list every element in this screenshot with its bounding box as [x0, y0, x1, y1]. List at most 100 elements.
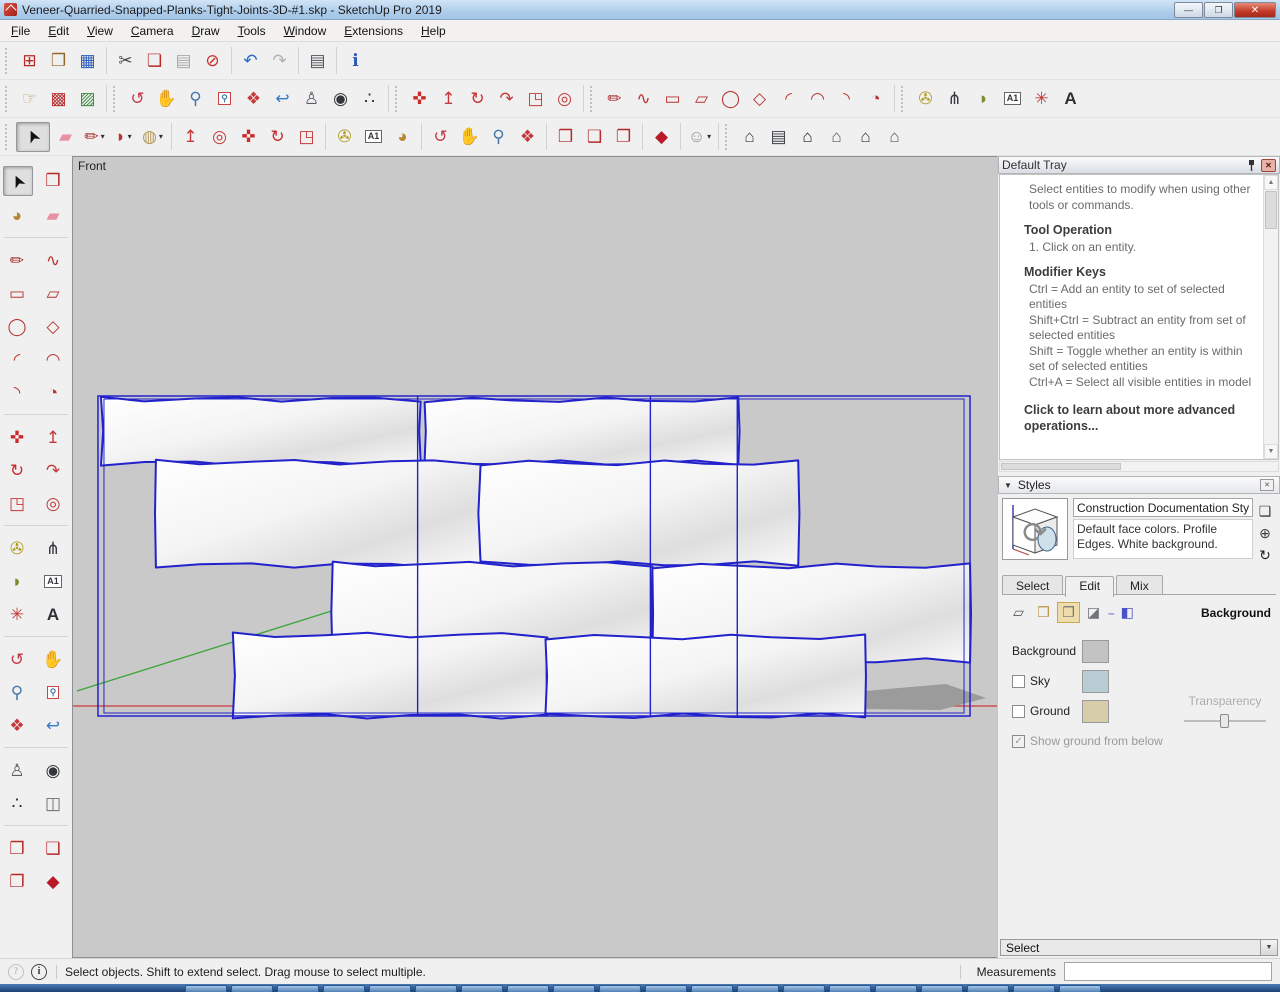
view-right-button[interactable]: ⌂ [823, 123, 850, 150]
watermark-settings-button[interactable]: ◪ [1082, 602, 1105, 623]
zoom-button[interactable]: ⚲ [182, 85, 209, 112]
style-name-input[interactable]: Construction Documentation Sty [1073, 498, 1253, 517]
text-button[interactable]: A1 [360, 123, 387, 150]
pie-button[interactable]: ◔ [39, 378, 67, 406]
orbit-button[interactable]: ↺ [124, 85, 151, 112]
tape-measure-button[interactable]: ✇ [331, 123, 358, 150]
axes-button[interactable]: ✳ [3, 600, 31, 628]
view-top-button[interactable]: ▤ [765, 123, 792, 150]
move-button[interactable]: ✜ [3, 423, 31, 451]
two-point-arc-button[interactable]: ◠ [804, 85, 831, 112]
scroll-down-icon[interactable]: ▼ [1264, 444, 1278, 459]
3d-text-button[interactable]: A [39, 600, 67, 628]
zoom-window-button[interactable]: ⚲ [211, 85, 238, 112]
tape-measure-button[interactable]: ✇ [912, 85, 939, 112]
scale-button[interactable]: ◳ [522, 85, 549, 112]
plank[interactable] [478, 460, 799, 565]
plank[interactable] [545, 635, 865, 719]
paste-button[interactable]: ▤ [170, 47, 197, 74]
rectangle-button[interactable]: ▭ [659, 85, 686, 112]
walk-button[interactable]: ∴ [3, 789, 31, 817]
zoom-window-button[interactable]: ⚲ [39, 678, 67, 706]
combo-dropdown-button[interactable]: ▼ [1260, 940, 1277, 955]
view-iso-button[interactable]: ⌂ [736, 123, 763, 150]
cursor-tool-button[interactable]: ☞ [16, 85, 43, 112]
background-settings-button[interactable]: ❐ [1057, 602, 1080, 623]
plank[interactable] [233, 633, 548, 719]
zoom-button[interactable]: ⚲ [485, 123, 512, 150]
redo-button[interactable]: ↷ [266, 47, 293, 74]
taskbar-app-button[interactable] [461, 985, 503, 992]
menu-camera[interactable]: Camera [122, 21, 183, 41]
zoom-extents-button[interactable]: ❖ [240, 85, 267, 112]
paint-bucket-button[interactable]: ◕ [389, 123, 416, 150]
section-plane-button[interactable]: ◫ [39, 789, 67, 817]
position-camera-button[interactable]: ♙ [3, 756, 31, 784]
scroll-thumb[interactable] [1265, 191, 1277, 229]
menu-extensions[interactable]: Extensions [335, 21, 412, 41]
taskbar-app-button[interactable] [277, 985, 319, 992]
3d-warehouse-button[interactable]: ❒ [552, 123, 579, 150]
taskbar-app-button[interactable] [415, 985, 457, 992]
shapes-button[interactable]: ◍▾ [139, 123, 166, 150]
taskbar-app-button[interactable] [231, 985, 273, 992]
text-button[interactable]: A1 [999, 85, 1026, 112]
taskbar-app-button[interactable] [645, 985, 687, 992]
taskbar-app-button[interactable] [185, 985, 227, 992]
taskbar-app-button[interactable] [737, 985, 779, 992]
model-info-button[interactable]: ℹ [342, 47, 369, 74]
minimize-button[interactable]: — [1174, 2, 1203, 18]
rotated-rectangle-button[interactable]: ▱ [39, 279, 67, 307]
previous-view-button[interactable]: ↩ [39, 711, 67, 739]
freehand-button[interactable]: ∿ [630, 85, 657, 112]
dimension-button[interactable]: ⋔ [941, 85, 968, 112]
taskbar-app-button[interactable] [691, 985, 733, 992]
polygon-button[interactable]: ◇ [39, 312, 67, 340]
select-button[interactable]: ➤ [16, 122, 50, 152]
info-icon[interactable]: i [31, 964, 47, 980]
offset-button[interactable]: ◎ [551, 85, 578, 112]
offset-button[interactable]: ◎ [39, 489, 67, 517]
pin-icon[interactable] [1244, 159, 1259, 172]
rotate-button[interactable]: ↻ [3, 456, 31, 484]
instructor-hscrollbar[interactable] [999, 461, 1279, 472]
share-model-button[interactable]: ❑ [581, 123, 608, 150]
menu-edit[interactable]: Edit [39, 21, 78, 41]
tab-mix[interactable]: Mix [1116, 575, 1163, 594]
taskbar-app-button[interactable] [921, 985, 963, 992]
plank[interactable] [101, 397, 421, 466]
rectangle-button[interactable]: ▭ [3, 279, 31, 307]
background-color-swatch[interactable] [1082, 640, 1109, 663]
erase-button[interactable]: ⊘ [199, 47, 226, 74]
transparency-slider[interactable] [1184, 714, 1266, 728]
component-tool-2-button[interactable]: ▨ [74, 85, 101, 112]
ground-color-swatch[interactable] [1082, 700, 1109, 723]
pan-button[interactable]: ✋ [39, 645, 67, 673]
menu-help[interactable]: Help [412, 21, 455, 41]
scroll-up-icon[interactable]: ▲ [1264, 175, 1278, 190]
open-model-button[interactable]: ❒ [45, 47, 72, 74]
create-new-style-button[interactable]: ⊕ [1255, 523, 1275, 543]
circle-button[interactable]: ◯ [717, 85, 744, 112]
move-button[interactable]: ✜ [235, 123, 262, 150]
3d-warehouse-button[interactable]: ❒ [3, 834, 31, 862]
taskbar-app-button[interactable] [875, 985, 917, 992]
taskbar-app-button[interactable] [967, 985, 1009, 992]
windows-taskbar[interactable] [0, 984, 1280, 992]
polygon-button[interactable]: ◇ [746, 85, 773, 112]
sign-in-button[interactable]: ☺▾ [686, 123, 713, 150]
taskbar-app-button[interactable] [599, 985, 641, 992]
push-pull-button[interactable]: ↥ [39, 423, 67, 451]
line-button[interactable]: ✏ [601, 85, 628, 112]
rotate-button[interactable]: ↻ [464, 85, 491, 112]
cut-button[interactable]: ✂ [112, 47, 139, 74]
restore-button[interactable]: ❐ [1204, 2, 1233, 18]
eraser-button[interactable]: ▰ [52, 123, 79, 150]
push-pull-button[interactable]: ↥ [177, 123, 204, 150]
copy-button[interactable]: ❏ [141, 47, 168, 74]
axes-button[interactable]: ✳ [1028, 85, 1055, 112]
select-button[interactable]: ➤ [3, 166, 33, 196]
tray-close-button[interactable]: ✕ [1261, 159, 1276, 172]
viewport-canvas[interactable]: Front [72, 156, 997, 958]
menu-tools[interactable]: Tools [229, 21, 275, 41]
